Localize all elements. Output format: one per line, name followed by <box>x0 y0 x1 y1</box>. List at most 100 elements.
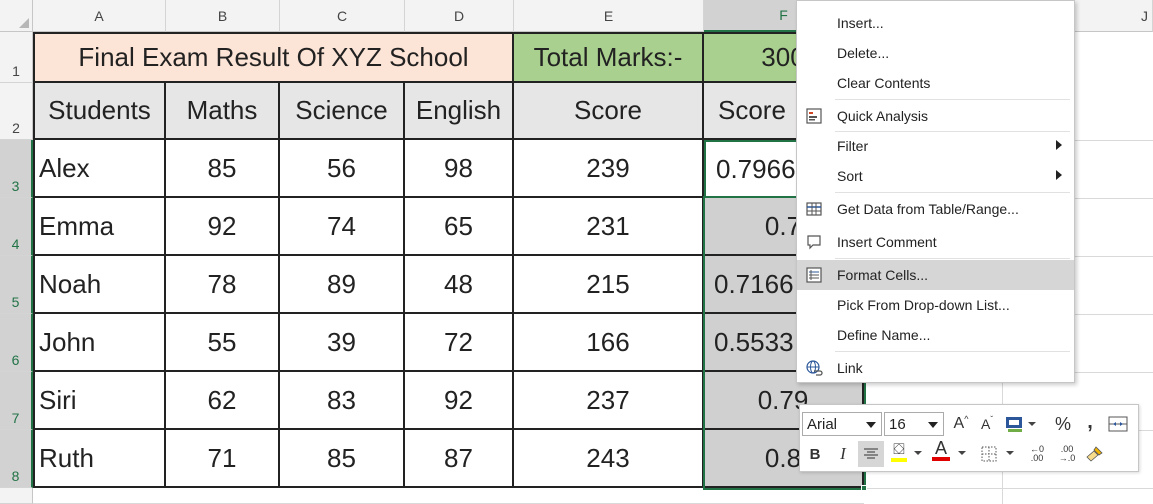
font-size-value: 16 <box>889 415 906 433</box>
score-cell[interactable]: 237 <box>514 372 704 430</box>
increase-font-size-button[interactable]: A ^ <box>950 411 972 437</box>
maths-cell[interactable]: 62 <box>166 372 280 430</box>
header-students[interactable]: Students <box>33 83 166 140</box>
column-header-d[interactable]: D <box>405 0 514 32</box>
row-header-8[interactable]: 8 <box>0 430 33 488</box>
menu-item-quick-analysis[interactable]: Quick Analysis <box>797 101 1074 131</box>
english-cell[interactable]: 48 <box>405 256 514 314</box>
font-name-combo[interactable]: Arial <box>802 412 882 436</box>
maths-cell[interactable]: 55 <box>166 314 280 372</box>
font-name-value: Arial <box>807 415 838 433</box>
shrink-font-icon: A <box>980 416 991 432</box>
chevron-down-icon[interactable] <box>1028 422 1036 426</box>
increase-decimal-button[interactable]: ←0 .00 <box>1024 441 1050 467</box>
score-cell[interactable]: 231 <box>514 198 704 256</box>
chevron-down-icon[interactable] <box>958 451 966 455</box>
menu-item-clear-contents[interactable]: Clear Contents <box>797 68 1074 98</box>
english-cell[interactable]: 87 <box>405 430 514 488</box>
header-science[interactable]: Science <box>280 83 405 140</box>
student-name-cell[interactable]: Ruth <box>33 430 166 488</box>
maths-cell[interactable]: 85 <box>166 140 280 198</box>
menu-item-insert-comment[interactable]: Insert Comment <box>797 227 1074 257</box>
format-painter-button[interactable] <box>1084 441 1106 467</box>
chevron-down-icon[interactable] <box>914 451 922 455</box>
english-cell[interactable]: 92 <box>405 372 514 430</box>
row-header-7[interactable]: 7 <box>0 372 33 430</box>
english-cell[interactable]: 72 <box>405 314 514 372</box>
menu-item-label: Pick From Drop-down List... <box>837 297 1010 313</box>
chevron-down-icon[interactable] <box>1006 451 1014 455</box>
menu-item-filter[interactable]: Filter <box>797 131 1074 161</box>
decrease-font-size-button[interactable]: Aˇ <box>976 411 998 437</box>
total-marks-label-cell[interactable]: Total Marks:- <box>514 32 704 83</box>
percent-style-button[interactable]: % <box>1052 411 1074 437</box>
column-header-c[interactable]: C <box>280 0 405 32</box>
english-cell[interactable]: 65 <box>405 198 514 256</box>
fill-color-button[interactable]: ⛋ <box>888 439 910 465</box>
menu-item-sort[interactable]: Sort <box>797 161 1074 191</box>
science-cell[interactable]: 85 <box>280 430 405 488</box>
menu-item-delete[interactable]: Delete... <box>797 38 1074 68</box>
student-name-cell[interactable]: John <box>33 314 166 372</box>
science-cell[interactable]: 39 <box>280 314 405 372</box>
english-cell[interactable]: 98 <box>405 140 514 198</box>
select-all-corner[interactable] <box>0 0 33 32</box>
score-cell[interactable]: 239 <box>514 140 704 198</box>
maths-cell[interactable]: 71 <box>166 430 280 488</box>
menu-item-pick-dropdown[interactable]: Pick From Drop-down List... <box>797 290 1074 320</box>
row-header-3[interactable]: 3 <box>0 140 33 198</box>
science-cell[interactable]: 74 <box>280 198 405 256</box>
student-name-cell[interactable]: Alex <box>33 140 166 198</box>
italic-button[interactable]: I <box>832 441 854 467</box>
menu-item-label: Filter <box>837 138 869 154</box>
student-name-cell[interactable]: Noah <box>33 256 166 314</box>
header-english[interactable]: English <box>405 83 514 140</box>
menu-item-insert[interactable]: Insert... <box>797 8 1074 38</box>
student-name-cell[interactable]: Siri <box>33 372 166 430</box>
submenu-arrow-icon <box>1056 170 1062 180</box>
caret-down-icon: ˇ <box>990 414 993 424</box>
maths-cell[interactable]: 92 <box>166 198 280 256</box>
row-header-9[interactable] <box>0 488 33 504</box>
column-header-a[interactable]: A <box>33 0 166 32</box>
align-center-icon <box>864 448 878 459</box>
menu-item-label: Format Cells... <box>837 267 929 283</box>
row-header-5[interactable]: 5 <box>0 256 33 314</box>
header-maths[interactable]: Maths <box>166 83 280 140</box>
student-name-cell[interactable]: Emma <box>33 198 166 256</box>
font-size-combo[interactable]: 16 <box>884 412 944 436</box>
bold-button[interactable]: B <box>804 441 826 467</box>
row-header-6[interactable]: 6 <box>0 314 33 372</box>
fill-handle[interactable] <box>861 485 867 491</box>
decrease-decimal-icon: →.0 <box>1058 453 1076 463</box>
comma-style-button[interactable]: , <box>1080 409 1100 435</box>
maths-cell[interactable]: 78 <box>166 256 280 314</box>
menu-item-link[interactable]: Link <box>797 353 1074 383</box>
grow-font-icon: A <box>953 415 965 432</box>
menu-item-label: Delete... <box>837 45 890 61</box>
column-header-b[interactable]: B <box>166 0 280 32</box>
header-score[interactable]: Score <box>514 83 704 140</box>
row-header-4[interactable]: 4 <box>0 198 33 256</box>
merge-center-button[interactable] <box>1106 411 1130 437</box>
menu-item-label: Quick Analysis <box>837 108 929 124</box>
menu-item-define-name[interactable]: Define Name... <box>797 320 1074 350</box>
score-cell[interactable]: 215 <box>514 256 704 314</box>
science-cell[interactable]: 56 <box>280 140 405 198</box>
borders-button[interactable] <box>978 441 1000 467</box>
score-cell[interactable]: 243 <box>514 430 704 488</box>
column-header-e[interactable]: E <box>514 0 704 32</box>
score-cell[interactable]: 166 <box>514 314 704 372</box>
science-cell[interactable]: 83 <box>280 372 405 430</box>
number-format-button[interactable] <box>1004 411 1026 437</box>
menu-item-format-cells[interactable]: Format Cells... <box>797 260 1074 290</box>
chevron-down-icon <box>928 422 938 428</box>
science-cell[interactable]: 89 <box>280 256 405 314</box>
menu-item-get-data[interactable]: Get Data from Table/Range... <box>797 194 1074 224</box>
row-header-1[interactable]: 1 <box>0 32 33 83</box>
font-color-button[interactable]: A <box>930 437 952 463</box>
decrease-decimal-button[interactable]: .00 →.0 <box>1054 441 1080 467</box>
row-header-2[interactable]: 2 <box>0 83 33 140</box>
title-cell[interactable]: Final Exam Result Of XYZ School <box>33 32 514 83</box>
center-align-button[interactable] <box>858 441 884 467</box>
